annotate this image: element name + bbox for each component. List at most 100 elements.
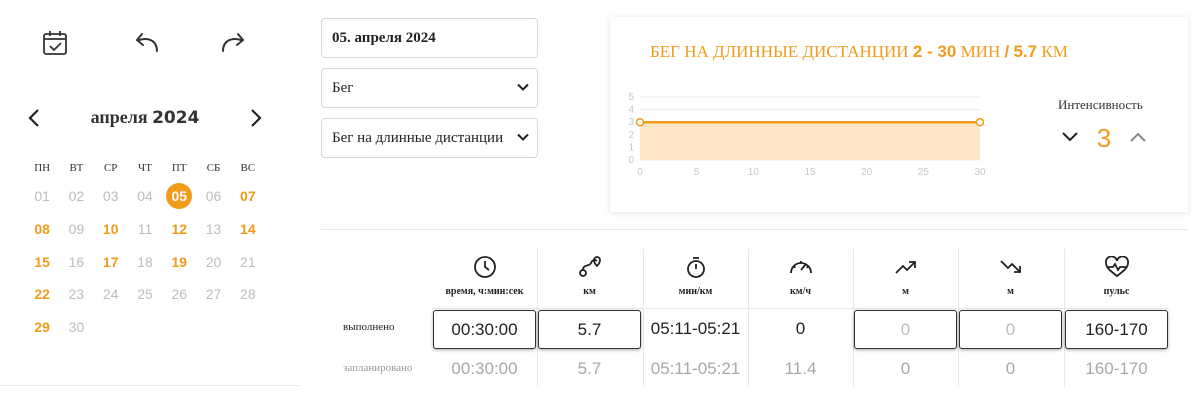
- undo-icon[interactable]: [131, 28, 161, 58]
- calendar-day[interactable]: 16: [59, 245, 93, 278]
- calendar-day-number: 04: [137, 188, 153, 205]
- calendar-day[interactable]: 22: [25, 278, 59, 311]
- calendar-day-number: 28: [240, 286, 256, 303]
- y-tick-label: 3: [628, 117, 634, 128]
- calendar-day[interactable]: 28: [231, 278, 265, 311]
- date-value: 05. апреля 2024: [332, 29, 436, 46]
- calendar-day-number: 27: [205, 286, 222, 303]
- calendar-year: 2024: [152, 108, 200, 128]
- done-value-input[interactable]: 00:30:00: [433, 310, 536, 349]
- calendar-day[interactable]: 04: [128, 180, 162, 213]
- calendar-day[interactable]: 23: [59, 278, 93, 311]
- y-tick-label: 5: [628, 92, 634, 103]
- calendar-month: апреля: [90, 107, 148, 127]
- chevron-up-icon[interactable]: [1126, 125, 1150, 149]
- calendar-day[interactable]: 24: [94, 278, 128, 311]
- calendar-day-number: 07: [240, 188, 256, 205]
- calendar-day[interactable]: 20: [196, 245, 230, 278]
- x-tick-label: 0: [637, 167, 643, 178]
- planned-value: 0: [1005, 359, 1016, 378]
- calendar-day[interactable]: 09: [59, 213, 93, 246]
- calendar-day[interactable]: 18: [128, 245, 162, 278]
- calendar-day[interactable]: 27: [196, 278, 230, 311]
- calendar-day[interactable]: 12: [162, 213, 196, 246]
- calendar-day[interactable]: 10: [94, 213, 128, 246]
- y-tick-label: 1: [628, 142, 634, 153]
- calendar-day-number: 08: [34, 221, 50, 238]
- calendar-week: 15 16 17 18 19 20 21: [25, 245, 265, 278]
- calendar-day-number: 26: [171, 286, 188, 303]
- calendar-week: 22 23 24 25 26 27 28: [25, 278, 265, 311]
- intensity-value: 3: [1096, 123, 1112, 153]
- calendar-day[interactable]: 17: [94, 245, 128, 278]
- done-value-input[interactable]: 0: [854, 310, 957, 349]
- calendar-week: 08 09 10 11 12 13 14: [25, 213, 265, 246]
- calendar-day[interactable]: 19: [162, 245, 196, 278]
- calendar-day-number: 19: [171, 253, 188, 270]
- calendar-check-icon[interactable]: [40, 28, 70, 58]
- planned-value: 160-170: [1085, 359, 1148, 378]
- workout-value: Бег на длинные дистанции: [332, 129, 504, 146]
- y-tick-label: 2: [628, 130, 634, 141]
- heart-pulse-icon: [1102, 254, 1132, 280]
- date-field[interactable]: 05. апреля 2024: [321, 18, 538, 58]
- column-header-label: время, ч:мин:сек: [445, 286, 524, 297]
- calendar-day-number: 12: [171, 221, 188, 238]
- clock-icon: [470, 254, 500, 280]
- calendar-day-number: 16: [68, 253, 85, 270]
- chevron-down-icon: [517, 80, 529, 97]
- done-row-label: выполнено: [343, 321, 395, 333]
- calendar-day-number: 17: [102, 253, 119, 270]
- y-tick-label: 0: [628, 155, 634, 166]
- planned-value: 5.7: [577, 359, 602, 378]
- calendar-day[interactable]: 02: [59, 180, 93, 213]
- done-value-input[interactable]: 5.7: [538, 310, 641, 349]
- sport-select[interactable]: Бег: [321, 68, 538, 108]
- calendar-day[interactable]: 25: [128, 278, 162, 311]
- done-value: 0: [795, 319, 806, 338]
- calendar-day-number: 20: [205, 253, 222, 270]
- calendar-day[interactable]: 01: [25, 180, 59, 213]
- area-fill: [640, 122, 980, 160]
- calendar-day-number: 18: [137, 253, 153, 270]
- column-header-label: км/ч: [790, 286, 811, 297]
- calendar-weekdays: ПН ВТ СР ЧТ ПТ СБ ВС: [25, 156, 265, 180]
- calendar-day[interactable]: 03: [94, 180, 128, 213]
- calendar-day[interactable]: 14: [231, 213, 265, 246]
- calendar-day-selected[interactable]: 05: [162, 180, 196, 213]
- calendar-day[interactable]: 06: [196, 180, 230, 213]
- planned-row-label: запланировано: [343, 362, 413, 374]
- calendar-day-number: 24: [102, 286, 119, 303]
- done-value-input[interactable]: 160-170: [1065, 310, 1168, 349]
- column-header-label: пульс: [1103, 286, 1130, 297]
- done-value: 05:11-05:21: [650, 319, 741, 338]
- x-tick-label: 25: [918, 167, 930, 178]
- calendar-day[interactable]: 21: [231, 245, 265, 278]
- calendar-day[interactable]: 15: [25, 245, 59, 278]
- data-point: [635, 117, 645, 127]
- calendar-day[interactable]: 30: [59, 311, 93, 344]
- calendar-day[interactable]: 13: [196, 213, 230, 246]
- calendar-day[interactable]: 26: [162, 278, 196, 311]
- column-header-label: км: [583, 286, 596, 297]
- calendar-day[interactable]: 29: [25, 311, 59, 344]
- column-header-label: м: [902, 286, 909, 297]
- calendar-day-number: 13: [205, 221, 222, 238]
- column-header-label: мин/км: [678, 286, 713, 297]
- redo-icon[interactable]: [219, 28, 249, 58]
- calendar-day[interactable]: 11: [128, 213, 162, 246]
- calendar-day[interactable]: 08: [25, 213, 59, 246]
- calendar-day-number: 01: [34, 188, 50, 205]
- calendar-day[interactable]: 07: [231, 180, 265, 213]
- calendar-day-number: 02: [68, 188, 85, 205]
- chevron-down-icon[interactable]: [1058, 125, 1082, 149]
- y-tick-label: 4: [628, 105, 634, 116]
- workout-select[interactable]: Бег на длинные дистанции: [321, 118, 538, 158]
- calendar-grid: ПН ВТ СР ЧТ ПТ СБ ВС 01 02 03 04 05 06 07 08 09 10 11 12 1…: [25, 156, 265, 343]
- calendar-day-number: 22: [34, 286, 50, 303]
- done-value-input[interactable]: 0: [959, 310, 1062, 349]
- calendar-day-number: 05: [166, 183, 193, 210]
- trend-down-icon: [996, 254, 1026, 280]
- chevron-right-icon[interactable]: [244, 104, 268, 132]
- calendar-header: апреля 2024: [22, 104, 268, 132]
